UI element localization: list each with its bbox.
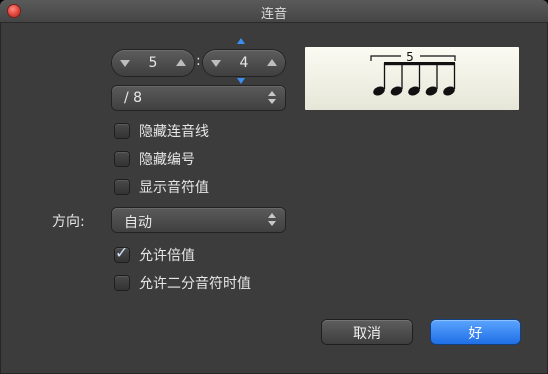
tuplet-number: 5 [406,50,414,64]
show-note-value-checkbox[interactable] [115,180,129,194]
numerator-stepper[interactable]: 5 [112,50,194,76]
cancel-button[interactable]: 取消 [322,320,412,344]
allow-doubled-values-label: 允许倍值 [139,248,195,264]
denominator-stepper[interactable]: 4 [203,50,285,76]
tuplet-preview: 5 [305,47,519,110]
increment-icon[interactable] [267,59,277,66]
quintuplet-notation: 5 [370,50,456,96]
denominator-up-arrow-icon[interactable] [237,38,245,44]
note-unit-popup[interactable]: / 8 [112,86,285,110]
popup-arrows-icon [268,91,276,105]
allow-doubled-values-checkbox[interactable]: ✓ [115,243,129,262]
window-title: 连音 [260,7,287,22]
direction-value: 自动 [124,215,152,231]
denominator-down-arrow-icon[interactable] [237,78,245,84]
ok-button-label: 好 [468,326,483,342]
allow-half-note-checkbox[interactable] [115,276,129,290]
title-bar: 连音 [0,0,548,23]
hide-number-checkbox[interactable] [115,152,129,166]
direction-label: 方向: [52,214,85,230]
hide-bracket-checkbox[interactable] [115,124,129,138]
allow-half-note-label: 允许二分音符时值 [139,276,251,292]
direction-popup[interactable]: 自动 [112,208,285,232]
show-note-value-label: 显示音符值 [139,180,209,196]
hide-bracket-label: 隐藏连音线 [139,124,209,140]
note-unit-value: / 8 [124,90,143,106]
ratio-separator: : [196,53,201,69]
checkmark-icon: ✓ [115,243,129,262]
popup-arrows-icon [268,213,276,227]
increment-icon[interactable] [176,59,186,66]
cancel-button-label: 取消 [353,326,381,342]
tuplet-dialog: 连音 5 : 4 / 8 隐藏连音线 隐藏编号 显示音符值 方向: 自动 ✓ 允… [0,0,548,374]
hide-number-label: 隐藏编号 [139,152,195,168]
ok-button[interactable]: 好 [431,320,520,344]
